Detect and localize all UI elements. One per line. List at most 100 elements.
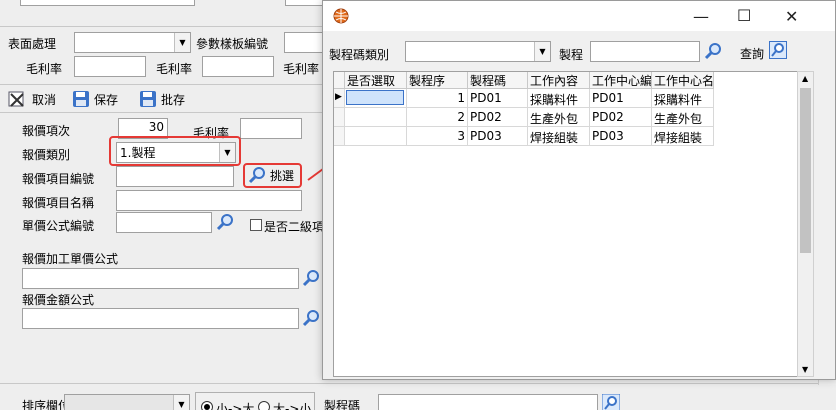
- bottom-divider: [0, 383, 836, 384]
- toolbar-divider: [0, 84, 322, 85]
- process-input[interactable]: [590, 41, 700, 62]
- radio-desc-label: 大->小: [273, 402, 312, 410]
- query-label: 查詢: [740, 47, 765, 61]
- margin-input-1[interactable]: [74, 56, 146, 77]
- chevron-down-icon[interactable]: ▼: [173, 395, 189, 410]
- code-label: 製程碼: [324, 399, 361, 410]
- grid-cell-seq[interactable]: 1: [407, 89, 468, 108]
- floppy-disk-icon: [73, 91, 89, 107]
- chevron-down-icon[interactable]: ▼: [534, 42, 550, 61]
- grid-row-indicator-header: [334, 72, 345, 89]
- margin-label-3: 毛利率: [283, 62, 320, 76]
- grid-cell-center-name[interactable]: 焊接組裝: [652, 127, 714, 146]
- window-titlebar: — ☐ ✕: [323, 1, 835, 31]
- unit-formula-input[interactable]: [116, 212, 212, 233]
- item-no-value: 30: [148, 120, 164, 134]
- magnifier-icon[interactable]: [602, 394, 620, 410]
- top-divider: [0, 26, 322, 27]
- globe-icon: [333, 8, 349, 24]
- grid-cell-content[interactable]: 採購料件: [528, 89, 590, 108]
- select-cell[interactable]: [345, 127, 407, 146]
- selected-cell-editor[interactable]: [346, 90, 404, 105]
- chevron-down-icon[interactable]: ▼: [174, 33, 190, 52]
- second-level-checkbox[interactable]: [250, 219, 262, 231]
- batch-save-button[interactable]: 批存: [139, 90, 185, 108]
- margin-label-2: 毛利率: [156, 62, 193, 76]
- top-partial-input-2[interactable]: [285, 0, 325, 6]
- item-code-label: 報價項目編號: [22, 172, 95, 186]
- grid-cell-seq[interactable]: 2: [407, 108, 468, 127]
- cancel-icon: [8, 91, 24, 107]
- row-indicator: [334, 108, 345, 127]
- grid-scrollbar[interactable]: ▲ ▼: [797, 71, 814, 377]
- row-indicator: [334, 127, 345, 146]
- ref-template-label: 參數樣板編號: [196, 37, 269, 51]
- type-highlight-box: [109, 136, 241, 166]
- grid-cell-code[interactable]: PD02: [468, 108, 528, 127]
- code-input[interactable]: [378, 394, 598, 410]
- grid-cell-center-no[interactable]: PD03: [590, 127, 652, 146]
- surface-select[interactable]: ▼: [74, 32, 191, 53]
- quote-type-label: 報價類別: [22, 148, 71, 162]
- scroll-thumb[interactable]: [800, 88, 811, 253]
- item-name-input[interactable]: [116, 190, 302, 211]
- scroll-up-icon[interactable]: ▲: [802, 74, 808, 83]
- minimize-icon[interactable]: —: [693, 7, 709, 26]
- process-label: 製程: [559, 48, 584, 62]
- margin-input-2[interactable]: [202, 56, 274, 77]
- magnifier-icon[interactable]: [302, 309, 320, 327]
- sort-select[interactable]: ▼: [64, 394, 190, 410]
- grid-cell-content[interactable]: 生產外包: [528, 108, 590, 127]
- close-icon[interactable]: ✕: [785, 7, 798, 26]
- grid-cell-seq[interactable]: 3: [407, 127, 468, 146]
- grid-header-content[interactable]: 工作內容: [528, 72, 590, 89]
- category-label: 製程碼類別: [329, 48, 390, 62]
- unit-formula-label: 單價公式編號: [22, 219, 95, 233]
- surface-label: 表面處理: [8, 37, 57, 51]
- maximize-icon[interactable]: ☐: [737, 6, 751, 25]
- second-level-label: 是否二級項: [264, 220, 325, 234]
- grid-header-select[interactable]: 是否選取: [345, 72, 407, 89]
- search-icon: [771, 43, 784, 57]
- form-divider: [0, 112, 322, 113]
- margin-label-1: 毛利率: [26, 62, 63, 76]
- radio-asc[interactable]: [201, 401, 213, 410]
- item-name-label: 報價項目名稱: [22, 196, 95, 210]
- cancel-label: 取消: [32, 92, 57, 107]
- grid-header-code[interactable]: 製程碼: [468, 72, 528, 89]
- grid-cell-content[interactable]: 焊接組裝: [528, 127, 590, 146]
- grid-header-center-no[interactable]: 工作中心編: [590, 72, 652, 89]
- save-button[interactable]: 保存: [72, 90, 118, 108]
- process-unit-formula-input[interactable]: [22, 268, 299, 289]
- category-select[interactable]: ▼: [405, 41, 551, 62]
- floppy-disk-icon: [140, 91, 156, 107]
- magnifier-icon[interactable]: [704, 42, 722, 60]
- select-cell[interactable]: [345, 108, 407, 127]
- amount-formula-input[interactable]: [22, 308, 299, 329]
- magnifier-icon[interactable]: [302, 269, 320, 287]
- grid-cell-center-no[interactable]: PD02: [590, 108, 652, 127]
- grid-cell-code[interactable]: PD03: [468, 127, 528, 146]
- scroll-down-icon[interactable]: ▼: [802, 365, 808, 374]
- radio-asc-label: 小->大: [216, 402, 255, 410]
- grid-header-seq[interactable]: 製程序: [407, 72, 468, 89]
- top-partial-input[interactable]: [20, 0, 195, 6]
- select-cell[interactable]: [345, 89, 407, 108]
- radio-desc[interactable]: [258, 401, 270, 410]
- pick-highlight-box: [243, 163, 302, 188]
- query-button[interactable]: [769, 41, 787, 59]
- ref-template-input[interactable]: [284, 32, 324, 53]
- grid-cell-center-no[interactable]: PD01: [590, 89, 652, 108]
- magnifier-icon[interactable]: [216, 213, 234, 231]
- item-code-input[interactable]: [116, 166, 234, 187]
- grid-cell-code[interactable]: PD01: [468, 89, 528, 108]
- grid-cell-center-name[interactable]: 生產外包: [652, 108, 714, 127]
- process-picker-window: — ☐ ✕ 製程碼類別 ▼ 製程 查詢 是否選取 製程序 製程碼 工作內容 工作…: [322, 0, 836, 380]
- grid-header-center-name[interactable]: 工作中心名: [652, 72, 714, 89]
- process-grid: 是否選取 製程序 製程碼 工作內容 工作中心編 工作中心名 ▶ 1 PD01 採購料件…: [333, 71, 807, 377]
- grid-cell-center-name[interactable]: 採購料件: [652, 89, 714, 108]
- process-unit-formula-label: 報價加工單價公式: [22, 252, 119, 266]
- margin-input[interactable]: [240, 118, 302, 139]
- cancel-button[interactable]: 取消: [8, 90, 56, 108]
- save-label: 保存: [94, 92, 119, 107]
